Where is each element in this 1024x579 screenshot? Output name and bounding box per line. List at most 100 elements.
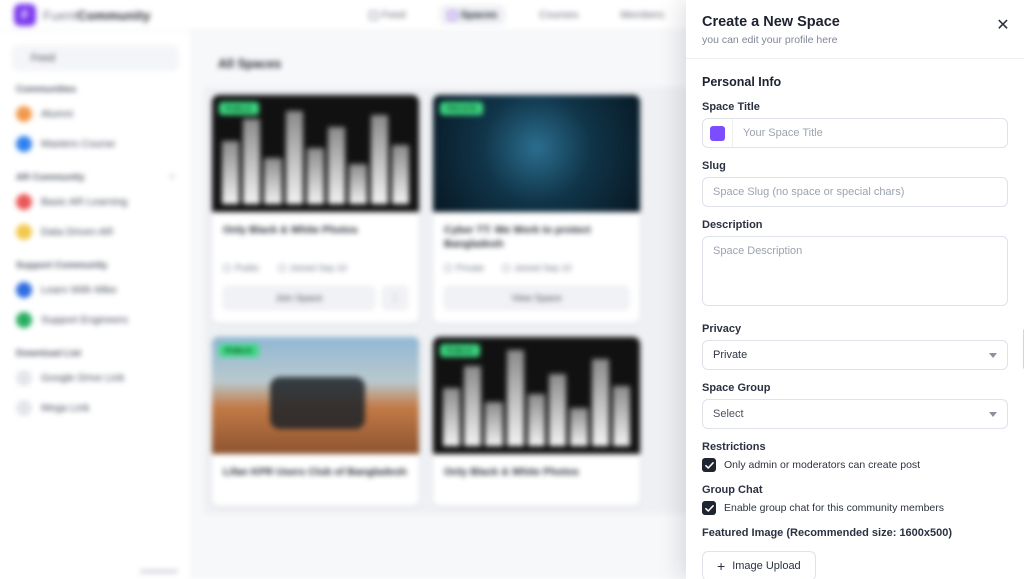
meta-joined: Joined Sep 10 xyxy=(277,263,348,273)
brand-prefix: Fuent xyxy=(43,7,78,23)
space-card-body: Only Black & White Photos xyxy=(433,454,640,506)
avatar xyxy=(16,194,32,210)
more-options-button[interactable]: ⋮ xyxy=(382,286,408,310)
view-space-button[interactable]: View Space xyxy=(444,286,629,311)
sidebar-item-mega-link[interactable]: Mega Link xyxy=(0,393,191,423)
topnav-item-courses[interactable]: Courses xyxy=(531,5,586,25)
topnav-label: Feed xyxy=(381,9,406,21)
sidebar-item-data-driven-ar[interactable]: Data Driven AR xyxy=(0,217,191,247)
brand[interactable]: F FuentCommunity xyxy=(14,4,151,26)
chevron-down-icon xyxy=(989,352,997,358)
topnav-item-members[interactable]: Members xyxy=(612,5,672,25)
plus-icon: + xyxy=(717,558,726,574)
drawer-subtitle: you can edit your profile here xyxy=(702,34,838,46)
checkbox-checked-icon[interactable] xyxy=(702,501,716,515)
sidebar-item-label: Feed xyxy=(31,52,55,64)
status-badge: PRIVATE xyxy=(440,102,484,115)
meta-text: Public xyxy=(235,263,260,273)
space-card-actions: Join Space ⋮ xyxy=(223,286,408,310)
space-card-title: Only Black & White Photos xyxy=(223,224,358,236)
space-card-actions: View Space xyxy=(444,286,629,311)
sidebar-item-label: Data Driven AR xyxy=(41,226,114,238)
sidebar-item-google-drive-link[interactable]: Google Drive Link xyxy=(0,363,191,393)
status-badge: PUBLIC xyxy=(219,102,259,115)
color-swatch-icon[interactable] xyxy=(703,119,733,147)
link-icon xyxy=(16,400,32,416)
field-privacy: Privacy Private xyxy=(702,323,1008,370)
field-slug: Slug xyxy=(702,160,1008,207)
create-space-drawer: Create a New Space you can edit your pro… xyxy=(686,0,1024,579)
sidebar-item-basic-ar-learning[interactable]: Basic AR Learning xyxy=(0,187,191,217)
sidebar-scroll-indicator[interactable] xyxy=(140,570,178,573)
sidebar-section-download-list: Download List xyxy=(16,348,81,359)
group-chat-checkbox-label: Enable group chat for this community mem… xyxy=(724,502,945,514)
meta-joined: Joined Sep 10 xyxy=(502,263,572,273)
space-card[interactable]: PUBLIC Only Black & White Photos xyxy=(433,337,640,507)
thumbnail-subject xyxy=(269,377,366,429)
sidebar-item-alumni[interactable]: Alumni xyxy=(0,99,191,129)
close-icon[interactable]: ✕ xyxy=(992,14,1014,36)
space-group-label: Space Group xyxy=(702,382,771,394)
privacy-label: Privacy xyxy=(702,323,742,335)
space-card-body: Lifan KPR Users Club of Bangladesh xyxy=(212,454,419,506)
avatar xyxy=(16,312,32,328)
space-thumbnail: PUBLIC xyxy=(212,337,419,455)
meta-text: Joined Sep 10 xyxy=(289,263,348,273)
privacy-selected-value: Private xyxy=(713,349,748,361)
description-input[interactable] xyxy=(702,236,1008,306)
avatar xyxy=(16,106,32,122)
sidebar-item-support-engineers[interactable]: Support Engineers xyxy=(0,305,191,335)
meta-privacy: Public xyxy=(223,263,260,273)
space-group-select[interactable]: Select xyxy=(702,399,1008,429)
sidebar-item-label: Learn With Mike xyxy=(41,284,117,296)
add-space-icon[interactable]: + xyxy=(169,172,175,183)
space-title-input[interactable] xyxy=(733,119,1007,147)
sidebar-item-masters-course[interactable]: Masters Course xyxy=(0,129,191,159)
image-upload-label: Image Upload xyxy=(732,560,801,572)
space-group-selected-value: Select xyxy=(713,408,744,420)
sidebar-item-label: Basic AR Learning xyxy=(41,196,128,208)
sidebar: Feed Communities Alumni Masters Course A… xyxy=(0,31,192,579)
image-upload-button[interactable]: + Image Upload xyxy=(702,551,816,579)
avatar xyxy=(16,136,32,152)
lock-icon xyxy=(444,264,452,273)
topnav-item-spaces[interactable]: Spaces xyxy=(439,5,506,25)
drawer-body: Personal Info Space Title Slug Descripti… xyxy=(686,59,1024,579)
join-space-button[interactable]: Join Space xyxy=(223,286,375,310)
privacy-select[interactable]: Private xyxy=(702,340,1008,370)
space-card[interactable]: PUBLIC Lifan KPR Users Club of Banglades… xyxy=(212,337,419,507)
topnav-label: Spaces xyxy=(460,9,498,21)
space-card[interactable]: PRIVATE Cyber TT: We Work to protect Ban… xyxy=(433,95,640,324)
space-thumbnail: PRIVATE xyxy=(433,95,640,212)
space-title-input-wrap[interactable] xyxy=(702,118,1008,148)
sidebar-section-support-community: Support Community xyxy=(16,260,108,271)
sidebar-item-feed[interactable]: Feed xyxy=(12,45,179,71)
space-thumbnail: PUBLIC xyxy=(433,337,640,455)
field-featured-image: Featured Image (Recommended size: 1600x5… xyxy=(702,527,1008,579)
group-chat-label: Group Chat xyxy=(702,484,763,496)
topnav-item-feed[interactable]: Feed xyxy=(361,5,414,25)
space-card-meta: Private Joined Sep 10 xyxy=(444,263,629,273)
space-card[interactable]: PUBLIC Only Black & White Photos Public … xyxy=(212,95,419,324)
sidebar-item-learn-with-mike[interactable]: Learn With Mike xyxy=(0,275,191,305)
meta-text: Private xyxy=(456,263,485,274)
calendar-icon xyxy=(277,264,286,272)
chevron-down-icon xyxy=(989,411,997,417)
drawer-header: Create a New Space you can edit your pro… xyxy=(686,0,1024,59)
avatar xyxy=(16,224,32,240)
field-description: Description xyxy=(702,219,1008,311)
brand-logo-icon: F xyxy=(14,4,36,26)
meta-privacy: Private xyxy=(444,263,484,273)
space-thumbnail: PUBLIC xyxy=(212,95,419,212)
space-card-title: Cyber TT: We Work to protect Bangladesh xyxy=(444,224,591,251)
sidebar-section-communities: Communities xyxy=(16,84,77,95)
slug-input-wrap[interactable] xyxy=(702,177,1008,207)
space-card-title: Lifan KPR Users Club of Bangladesh xyxy=(223,466,407,479)
checkbox-checked-icon[interactable] xyxy=(702,458,716,472)
slug-input[interactable] xyxy=(703,178,1007,206)
sidebar-section-ar-community: AR Community + xyxy=(0,159,191,187)
space-card-meta: Public Joined Sep 10 xyxy=(223,263,408,273)
group-chat-checkbox-row[interactable]: Enable group chat for this community mem… xyxy=(702,501,1008,515)
restrictions-checkbox-row[interactable]: Only admin or moderators can create post xyxy=(702,458,1008,472)
sidebar-item-label: Support Engineers xyxy=(41,314,128,326)
